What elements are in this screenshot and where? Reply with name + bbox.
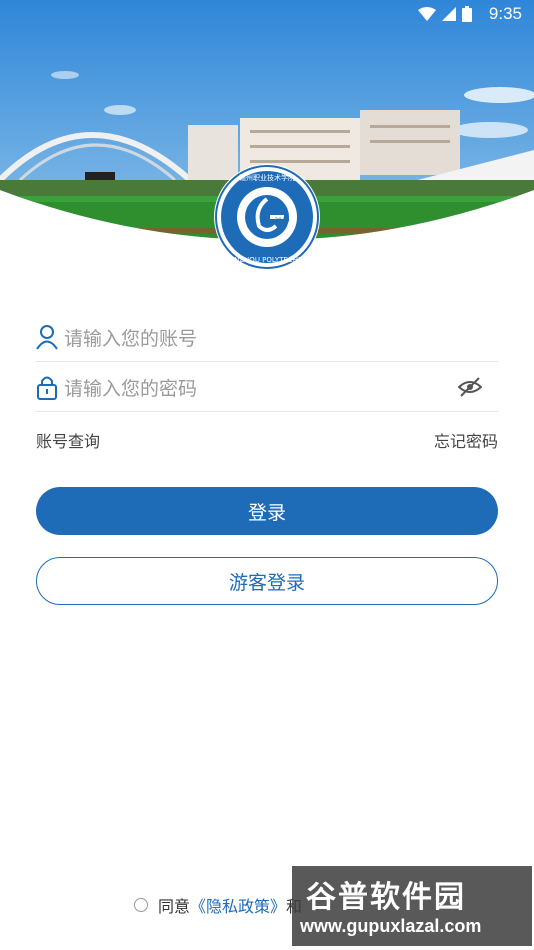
logo-chinese-name: 赣州职业技术学院	[239, 173, 295, 182]
college-emblem: GANZHOU POLYTECHNIC 赣州职业技术学院 2019	[215, 165, 319, 269]
signal-icon	[442, 7, 456, 21]
login-button[interactable]: 登录	[36, 487, 498, 535]
watermark-url: www.gupuxlazal.com	[300, 916, 482, 936]
wifi-icon	[418, 7, 436, 21]
password-input[interactable]: 请输入您的密码	[64, 374, 197, 401]
watermark-title: 谷普软件园	[306, 880, 466, 915]
auxiliary-links: 账号查询 忘记密码	[36, 428, 498, 452]
password-field[interactable]: 请输入您的密码	[36, 362, 498, 412]
college-logo: GANZHOU POLYTECHNIC 赣州职业技术学院 2019	[214, 164, 320, 270]
user-icon	[36, 325, 58, 350]
agreement-radio[interactable]	[134, 898, 148, 912]
status-bar: 9:35	[0, 0, 534, 28]
privacy-agreement: 同意 《隐私政策》 和	[134, 894, 302, 916]
forgot-password-link[interactable]: 忘记密码	[434, 428, 498, 452]
lock-icon	[37, 376, 57, 400]
logo-english-name: GANZHOU POLYTECHNIC	[224, 256, 310, 264]
guest-login-button[interactable]: 游客登录	[36, 557, 498, 605]
status-time: 9:35	[488, 4, 522, 23]
account-lookup-link[interactable]: 账号查询	[36, 428, 100, 452]
account-input[interactable]: 请输入您的账号	[64, 324, 197, 351]
account-field[interactable]: 请输入您的账号	[36, 312, 498, 362]
site-watermark: 谷普软件园 www.gupuxlazal.com	[292, 866, 532, 946]
logo-year: 2019	[274, 217, 289, 224]
eye-off-icon[interactable]	[458, 376, 482, 398]
status-icons	[418, 6, 472, 22]
privacy-policy-link[interactable]: 《隐私政策》	[190, 893, 286, 917]
agreement-prefix: 同意	[158, 897, 191, 916]
battery-icon	[462, 6, 472, 22]
